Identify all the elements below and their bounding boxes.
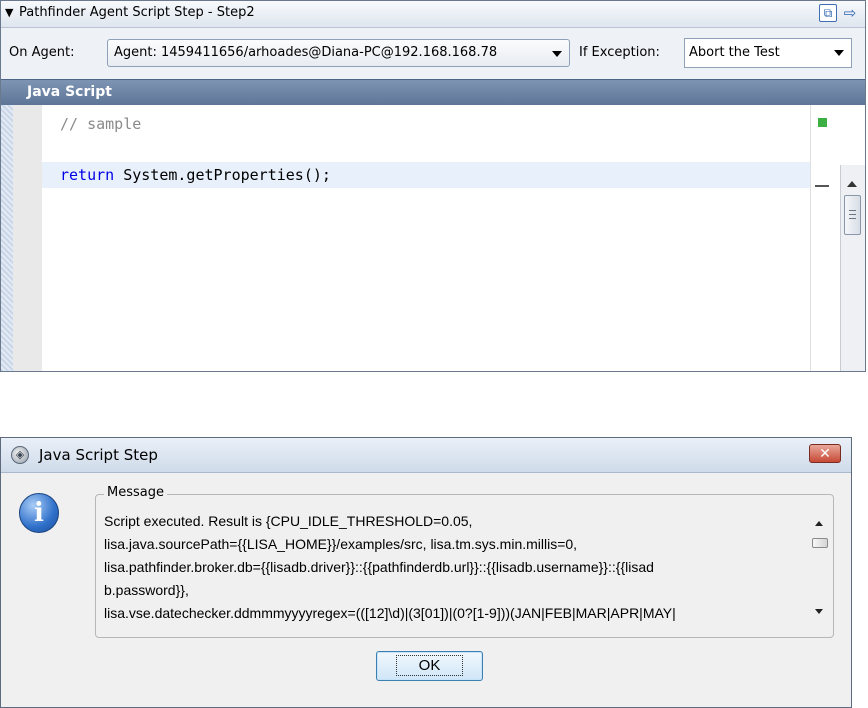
pathfinder-step-panel: ▼ Pathfinder Agent Script Step - Step2 ⧉… [0, 0, 866, 372]
message-scrollbar[interactable] [811, 511, 829, 627]
section-title: Java Script [27, 84, 112, 100]
expand-window-icon[interactable]: ⧉ [819, 4, 837, 22]
exception-select[interactable]: Abort the Test [684, 38, 852, 68]
status-marker-icon [818, 118, 827, 127]
collapse-triangle-icon[interactable]: ▼ [5, 6, 13, 19]
close-button[interactable]: ✕ [809, 444, 841, 463]
scroll-down-icon[interactable] [815, 609, 823, 614]
agent-row: On Agent: Agent: 1459411656/arhoades@Dia… [1, 28, 865, 78]
java-script-section-header: Java Script [1, 79, 865, 106]
line-gutter [13, 105, 43, 371]
ok-button-label: OK [395, 655, 464, 676]
code-statement: System.getProperties(); [114, 166, 331, 184]
message-line: b.password}}, [104, 582, 189, 598]
scroll-up-icon[interactable] [815, 521, 823, 526]
code-line-return[interactable]: return System.getProperties(); [42, 162, 810, 188]
code-editor[interactable]: // sample return System.getProperties(); [1, 105, 865, 371]
app-icon: ◈ [11, 446, 29, 464]
marker-bar [810, 105, 835, 371]
scroll-up-icon[interactable] [847, 181, 857, 187]
message-line: lisa.vse.datechecker.ddmmmyyyyregex=(([1… [104, 605, 676, 621]
panel-header[interactable]: ▼ Pathfinder Agent Script Step - Step2 ⧉… [1, 1, 865, 28]
dialog-title: Java Script Step [39, 446, 158, 464]
code-keyword: return [60, 166, 115, 184]
ok-button[interactable]: OK [376, 651, 483, 681]
agent-select-value: Agent: 1459411656/arhoades@Diana-PC@192.… [114, 45, 498, 60]
close-icon: ✕ [819, 446, 831, 462]
editor-scrollbar[interactable] [840, 165, 865, 371]
chevron-down-icon[interactable] [552, 51, 562, 57]
java-script-step-dialog: ◈ Java Script Step ✕ i Message Script ex… [0, 437, 852, 708]
on-agent-label: On Agent: [9, 45, 75, 60]
scroll-thumb[interactable] [812, 538, 828, 548]
agent-select[interactable]: Agent: 1459411656/arhoades@Diana-PC@192.… [107, 39, 570, 67]
panel-edge-strip [1, 105, 13, 371]
chevron-down-icon[interactable] [834, 50, 844, 56]
caret-position-marker [815, 185, 829, 187]
message-text-area[interactable]: Script executed. Result is {CPU_IDLE_THR… [100, 509, 810, 631]
message-label: Message [104, 485, 167, 500]
message-line: lisa.pathfinder.broker.db={{lisadb.drive… [104, 559, 654, 575]
message-line: Script executed. Result is {CPU_IDLE_THR… [104, 513, 473, 529]
message-line: lisa.java.sourcePath={{LISA_HOME}}/examp… [104, 536, 578, 552]
panel-title: Pathfinder Agent Script Step - Step2 [19, 5, 255, 20]
exception-select-value: Abort the Test [689, 45, 780, 60]
code-line-comment[interactable]: // sample [42, 111, 810, 137]
scroll-thumb[interactable] [844, 195, 861, 235]
info-icon: i [19, 493, 59, 533]
code-text-area[interactable]: // sample return System.getProperties(); [42, 105, 810, 371]
if-exception-label: If Exception: [579, 45, 660, 60]
arrow-right-icon[interactable]: ⇨ [841, 4, 859, 22]
dialog-titlebar[interactable]: ◈ Java Script Step ✕ [1, 438, 851, 473]
message-group: Message Script executed. Result is {CPU_… [95, 485, 834, 638]
